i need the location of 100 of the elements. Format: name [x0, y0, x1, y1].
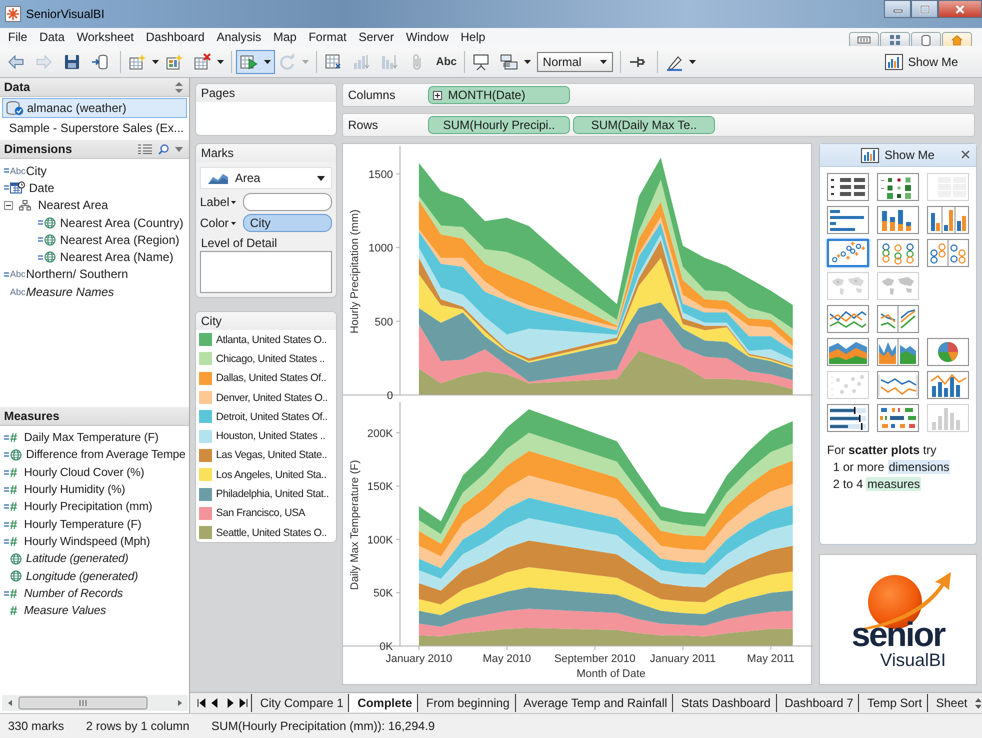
axis-tick-label: January 2011	[650, 653, 716, 665]
view-size-dropdown[interactable]: Normal	[536, 52, 613, 72]
field-name[interactable]: City	[26, 164, 47, 178]
lines-thumbnail[interactable]	[827, 305, 869, 333]
maximize-icon	[920, 4, 930, 14]
caret-icon[interactable]	[175, 146, 183, 152]
field-pill[interactable]: SUM(Hourly Precipi..	[428, 116, 570, 134]
menu-item[interactable]: Server	[352, 29, 400, 45]
view-tab[interactable]	[911, 32, 941, 46]
data-type-label: Abc	[10, 166, 26, 176]
gantt-thumbnail[interactable]	[877, 404, 919, 432]
field-name[interactable]: Nearest Area (Region)	[60, 232, 180, 247]
field-name[interactable]: Northern/ Southern	[26, 267, 128, 282]
horizontal-scrollbar[interactable]	[2, 695, 188, 711]
field-pill[interactable]: City	[243, 214, 332, 232]
dual-lines-thumbnail[interactable]	[877, 371, 919, 399]
lines-discrete-icon	[878, 306, 918, 332]
drop-field[interactable]	[243, 193, 332, 211]
field-pill[interactable]: SUM(Daily Max Te..	[573, 116, 715, 134]
menu-item[interactable]: Format	[302, 29, 353, 45]
field-name[interactable]: Hourly Temperature (F)	[24, 518, 142, 531]
side-by-side-circles-thumbnail[interactable]	[927, 239, 969, 267]
legend-label: San Francisco, USA	[216, 507, 306, 520]
shelf-menu-button[interactable]: Label	[200, 195, 240, 209]
pie-thumbnail[interactable]	[927, 338, 969, 366]
field-pill[interactable]: MONTH(Date)	[428, 86, 570, 104]
mark-type-dropdown[interactable]: Area	[200, 167, 332, 189]
field-name[interactable]: Longitude (generated)	[26, 570, 138, 583]
globe-icon	[44, 251, 56, 264]
menu-item[interactable]: File	[2, 29, 34, 45]
text-table-thumbnail[interactable]	[827, 173, 869, 201]
home-icon	[950, 34, 964, 46]
axis-tick-label: 200K	[367, 428, 393, 440]
menu-item[interactable]: Help	[454, 29, 492, 45]
field-name[interactable]: Latitude (generated)	[26, 552, 128, 566]
field-name[interactable]: Difference from Average Tempe	[26, 448, 186, 462]
scatter-thumbnail[interactable]	[827, 239, 869, 267]
list-view-icon[interactable]	[138, 144, 152, 154]
field-name[interactable]: Hourly Cloud Cover (%)	[24, 466, 144, 479]
fit-icon	[500, 52, 518, 70]
data-source-item[interactable]: Sample - Superstore Sales (Ex...	[2, 118, 187, 138]
menu-item[interactable]: Worksheet	[70, 29, 140, 45]
pane-title: Dimensions	[4, 142, 72, 156]
search-icon[interactable]	[158, 144, 169, 154]
sheet-tab[interactable]: Complete	[348, 694, 418, 712]
bar-chart-icon	[884, 54, 903, 70]
show-me-button[interactable]: Show Me	[878, 50, 964, 74]
horizontal-bars-thumbnail[interactable]	[827, 206, 869, 234]
data-type-label: #	[10, 603, 18, 618]
globe-icon	[10, 570, 22, 582]
circles-thumbnail[interactable]	[877, 239, 919, 267]
brand-subtitle: VisualBI	[880, 650, 946, 670]
side-by-side-bars-thumbnail[interactable]	[927, 206, 969, 234]
tab-scroll-icon[interactable]	[975, 698, 982, 708]
shelf-label: Level of Detail	[201, 236, 278, 250]
close-button[interactable]	[961, 150, 970, 159]
view-tab[interactable]	[942, 32, 972, 46]
menu-item[interactable]: Data	[33, 29, 71, 45]
data-type-label: #	[10, 482, 18, 498]
caret-icon	[152, 60, 159, 64]
collapse-icon[interactable]	[4, 200, 13, 210]
minimize-button[interactable]	[884, 0, 911, 18]
stacked-bars-thumbnail[interactable]	[877, 206, 919, 234]
view-tab[interactable]	[880, 32, 910, 46]
area-discrete-thumbnail[interactable]	[877, 338, 919, 366]
field-name[interactable]: Hourly Precipitation (mm)	[24, 500, 152, 514]
menu-item[interactable]: Map	[267, 29, 303, 45]
close-button[interactable]	[938, 0, 982, 18]
dual-combination-thumbnail[interactable]	[927, 371, 969, 399]
expand-icon[interactable]	[433, 90, 442, 100]
field-name[interactable]: Number of Records	[24, 586, 123, 600]
labels-button[interactable]: Abc	[433, 50, 460, 74]
data-type-label: Abc	[10, 286, 26, 297]
field-name[interactable]: Hourly Windspeed (Mph)	[24, 534, 150, 548]
field-name[interactable]: Date	[29, 180, 54, 195]
area-thumbnail[interactable]	[827, 338, 869, 366]
field-name[interactable]: Hourly Humidity (%)	[24, 483, 126, 496]
bullet-thumbnail[interactable]	[827, 404, 869, 432]
menu-item[interactable]: Window	[400, 29, 455, 45]
field-name[interactable]: Measure Values	[24, 604, 106, 618]
drop-area[interactable]	[200, 251, 332, 293]
maximize-button[interactable]	[911, 0, 938, 18]
axis-tick-label: 500	[374, 316, 393, 328]
lines-discrete-thumbnail[interactable]	[877, 305, 919, 333]
arrow-right-icon	[224, 698, 235, 708]
field-name[interactable]: Measure Names	[26, 284, 114, 299]
data-source-item[interactable]: almanac (weather)	[2, 98, 187, 118]
heat-map-thumbnail[interactable]	[877, 173, 919, 201]
field-name[interactable]: Daily Max Temperature (F)	[24, 431, 159, 444]
menu-item[interactable]: Dashboard	[140, 29, 211, 45]
axis-tick-label: May 2011	[747, 653, 795, 665]
field-name[interactable]: Nearest Area (Name)	[60, 250, 174, 264]
view-tab[interactable]	[849, 32, 879, 46]
shelf-menu-button[interactable]: Color	[200, 216, 240, 230]
bar-chart-icon	[861, 148, 880, 162]
field-name[interactable]: Nearest Area (Country)	[60, 216, 184, 230]
field-name[interactable]: Nearest Area	[38, 198, 108, 212]
toolbar-button[interactable]	[236, 50, 275, 74]
menu-item[interactable]: Analysis	[210, 29, 268, 45]
axis-tick-label: 0K	[380, 641, 393, 653]
